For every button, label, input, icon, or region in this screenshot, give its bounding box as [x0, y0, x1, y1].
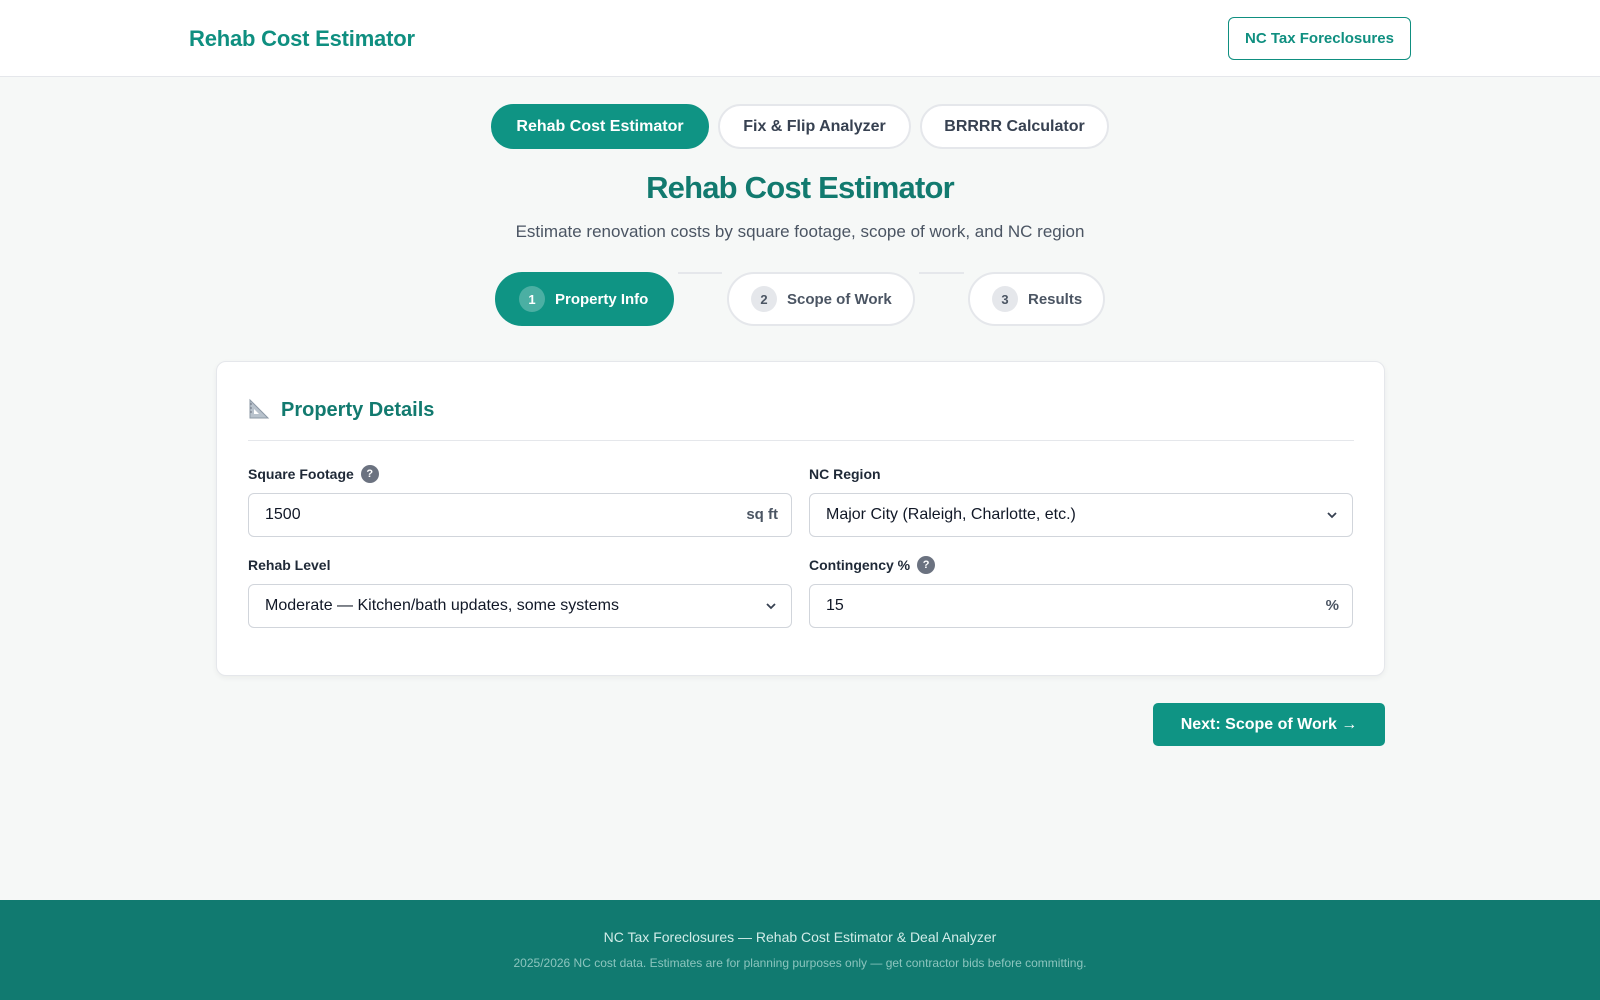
contingency-input[interactable]: [810, 586, 1270, 626]
contingency-field[interactable]: %: [809, 584, 1353, 628]
percent-unit: %: [1325, 597, 1339, 614]
rehab-level-select[interactable]: Moderate — Kitchen/bath updates, some sy…: [248, 584, 792, 628]
tab-rehab-cost-estimator[interactable]: Rehab Cost Estimator: [491, 104, 709, 149]
tab-fix-flip-analyzer[interactable]: Fix & Flip Analyzer: [718, 104, 911, 149]
property-details-card: Property Details Square Footage ? sq ft …: [216, 361, 1385, 676]
region-selected-value: Major City (Raleigh, Charlotte, etc.): [826, 506, 1076, 523]
card-title: Property Details: [281, 399, 435, 421]
help-icon[interactable]: ?: [917, 556, 936, 574]
step-label: Scope of Work: [787, 290, 892, 308]
footer-disclaimer: 2025/2026 NC cost data. Estimates are fo…: [513, 956, 1087, 970]
region-select[interactable]: Major City (Raleigh, Charlotte, etc.): [809, 493, 1353, 537]
help-icon[interactable]: ?: [360, 465, 379, 483]
tool-tabs: Rehab Cost Estimator Fix & Flip Analyzer…: [0, 104, 1600, 149]
region-label: NC Region: [809, 466, 881, 482]
square-footage-input[interactable]: [249, 495, 709, 535]
step-label: Results: [1028, 290, 1083, 308]
square-footage-label-text: Square Footage: [248, 466, 354, 482]
contingency-label: Contingency % ?: [809, 556, 936, 574]
sq-ft-unit: sq ft: [746, 506, 778, 523]
rehab-level-label-text: Rehab Level: [248, 557, 331, 573]
step-label: Property Info: [555, 290, 649, 308]
footer-title: NC Tax Foreclosures — Rehab Cost Estimat…: [603, 929, 997, 945]
chevron-down-icon: [1327, 512, 1337, 519]
region-label-text: NC Region: [809, 466, 881, 482]
page-title: Rehab Cost Estimator: [646, 170, 955, 205]
step-number: 2: [751, 286, 777, 312]
square-footage-field[interactable]: sq ft: [248, 493, 792, 537]
page-subtitle: Estimate renovation costs by square foot…: [515, 222, 1085, 241]
contingency-label-text: Contingency %: [809, 557, 911, 573]
square-footage-label: Square Footage ?: [248, 465, 379, 483]
brand-logo[interactable]: Rehab Cost Estimator: [189, 26, 415, 52]
step-connector: [678, 272, 722, 274]
rehab-level-label: Rehab Level: [248, 557, 330, 573]
tab-brrrr-calculator[interactable]: BRRRR Calculator: [920, 104, 1109, 149]
next-scope-of-work-button[interactable]: Next: Scope of Work →: [1153, 703, 1385, 746]
step-connector: [919, 272, 964, 274]
step-scope-of-work[interactable]: 2 Scope of Work: [727, 272, 915, 326]
card-header: Property Details: [248, 398, 1354, 441]
step-number: 3: [992, 286, 1018, 312]
footer: NC Tax Foreclosures — Rehab Cost Estimat…: [0, 900, 1600, 1000]
nc-tax-foreclosures-button[interactable]: NC Tax Foreclosures: [1228, 17, 1411, 60]
step-results[interactable]: 3 Results: [968, 272, 1105, 326]
top-bar: Rehab Cost Estimator NC Tax Foreclosures: [0, 0, 1600, 77]
step-property-info[interactable]: 1 Property Info: [495, 272, 674, 326]
chevron-down-icon: [766, 603, 776, 610]
triangle-ruler-icon: [249, 398, 270, 419]
step-number: 1: [519, 286, 545, 312]
rehab-level-selected-value: Moderate — Kitchen/bath updates, some sy…: [265, 597, 619, 614]
